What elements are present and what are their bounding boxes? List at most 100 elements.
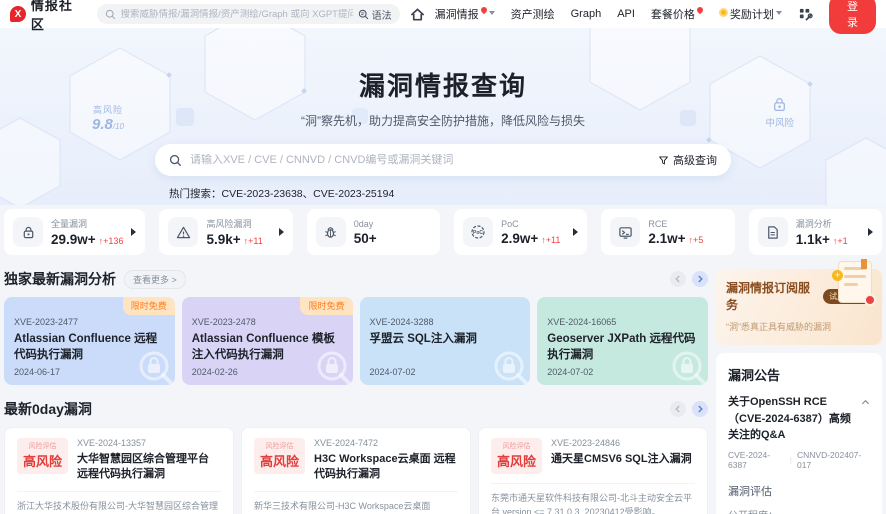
hot-search-link[interactable]: CVE-2023-25194 (313, 188, 394, 200)
lock-icon (13, 217, 43, 247)
filter-funnel-icon (658, 155, 669, 166)
vuln-id: XVE-2023-24846 (551, 438, 692, 448)
stat-card-rce[interactable]: RCE2.1w+↑+5 (601, 209, 734, 255)
free-badge: 限时免费 (123, 297, 175, 315)
subscription-title: 漏洞情报订阅服务 (726, 279, 819, 313)
zeroday-card[interactable]: 风险评估 高风险 XVE-2024-13357 大华智慧园区综合管理平台 远程代… (4, 427, 234, 514)
chevron-up-icon[interactable] (861, 394, 870, 444)
home-icon[interactable] (410, 7, 425, 22)
chevron-right-icon (868, 228, 873, 236)
zeroday-card[interactable]: 风险评估 高风险 XVE-2024-7472 H3C Workspace云桌面 … (241, 427, 471, 514)
analysis-card[interactable]: 限时免费 XVE-2023-2478 Atlassian Confluence … (182, 297, 353, 385)
vuln-title: 通天星CMSV6 SQL注入漏洞 (551, 452, 692, 467)
carousel-prev-button[interactable] (670, 271, 686, 287)
announcement-ids: CVE-2024-6387 | CNNVD-202407-017 (728, 450, 870, 470)
announcement-title: 漏洞公告 (728, 365, 870, 384)
terminal-icon (610, 217, 640, 247)
vuln-date: 2024-07-02 (547, 367, 593, 377)
carousel-next-button[interactable] (692, 401, 708, 417)
risk-badge: 风险评估 高风险 (491, 438, 542, 474)
vuln-id: XVE-2024-16065 (547, 317, 698, 327)
section-title: 最新0day漏洞 (4, 399, 92, 419)
syntax-search-icon (358, 9, 369, 20)
stats-row: 全量漏洞29.9w+↑+136 高风险漏洞5.9k+↑+11 0day50+ P… (0, 205, 886, 255)
hero-section: 高风险 9.8/10 中风险 漏洞情报查询 “洞”察先机，助力提高安全防护措施，… (0, 28, 886, 205)
subscription-panel[interactable]: 漏洞情报订阅服务 试用申请 › “洞”悉真正具有威胁的漏洞 + (716, 269, 882, 345)
nav-pricing[interactable]: 套餐价格 (651, 6, 703, 22)
warning-triangle-icon (168, 217, 198, 247)
search-icon (169, 154, 182, 167)
analysis-card-row: 限时免费 XVE-2023-2477 Atlassian Confluence … (4, 297, 708, 385)
section-title: 独家最新漏洞分析 (4, 269, 116, 289)
vuln-search-bar[interactable]: 高级查询 (155, 144, 731, 176)
vuln-description: 浙江大华技术股份有限公司-大华智慧园区综合管理平台 version <= V3.… (17, 491, 221, 514)
svg-text:PoC: PoC (473, 230, 483, 236)
apps-tools-icon[interactable] (798, 7, 813, 22)
subscription-illustration: + (838, 261, 872, 303)
carousel-next-button[interactable] (692, 271, 708, 287)
analysis-section-header: 独家最新漏洞分析 查看更多 > (4, 269, 708, 289)
header-search-input[interactable] (121, 9, 353, 20)
advanced-search-button[interactable]: 高级查询 (658, 152, 717, 168)
nav-reward-plan[interactable]: 奖励计划 (719, 6, 782, 22)
stat-card-analysis[interactable]: 漏洞分析1.1k+↑+1 (749, 209, 882, 255)
vuln-id: XVE-2023-2478 (192, 317, 343, 327)
vuln-id: XVE-2024-13357 (77, 438, 221, 448)
login-button[interactable]: 登录 (829, 0, 876, 34)
search-icon (105, 9, 116, 20)
nav-asset-mapping[interactable]: 资产测绘 (511, 6, 555, 22)
vuln-description: 东莞市通天星软件科技有限公司-北斗主动安全云平台 version <= 7.31… (491, 483, 695, 514)
chevron-right-icon (131, 228, 136, 236)
carousel-prev-button[interactable] (670, 401, 686, 417)
vuln-date: 2024-02-26 (192, 367, 238, 377)
free-badge: 限时免费 (300, 297, 352, 315)
announcement-item[interactable]: 关于OpenSSH RCE（CVE-2024-6387）高频关注的Q&A (728, 394, 870, 444)
top-header: X 情报社区 语法 漏洞情报 资产测绘 Graph API 套餐价格 (0, 0, 886, 28)
vuln-date: 2024-07-02 (370, 367, 416, 377)
nav-vuln-intel[interactable]: 漏洞情报 (435, 6, 495, 22)
vuln-id: XVE-2023-2477 (14, 317, 165, 327)
document-icon (758, 217, 788, 247)
logo-x-icon: X (10, 6, 26, 22)
nav-api[interactable]: API (617, 8, 635, 20)
stat-card-all-vulns[interactable]: 全量漏洞29.9w+↑+136 (4, 209, 145, 255)
stat-card-poc[interactable]: PoC PoC2.9w+↑+11 (454, 209, 587, 255)
risk-badge: 风险评估 高风险 (17, 438, 68, 474)
zeroday-card[interactable]: 风险评估 高风险 XVE-2023-24846 通天星CMSV6 SQL注入漏洞… (478, 427, 708, 514)
hot-search-row: 热门搜索：CVE-2023-23638、CVE-2023-25194 (155, 186, 731, 201)
hot-flame-icon (479, 6, 487, 14)
stat-card-0day[interactable]: 0day50+ (307, 209, 440, 255)
analysis-card[interactable]: 限时免费 XVE-2023-2477 Atlassian Confluence … (4, 297, 175, 385)
assessment-title: 漏洞评估 (728, 483, 870, 499)
vuln-title: 大华智慧园区综合管理平台 远程代码执行漏洞 (77, 452, 221, 482)
nav-graph[interactable]: Graph (571, 8, 602, 20)
poc-icon: PoC (463, 217, 493, 247)
bug-icon (316, 217, 346, 247)
chevron-down-icon (776, 11, 782, 15)
subscription-subtitle: “洞”悉真正具有威胁的漏洞 (726, 320, 872, 333)
vuln-id: XVE-2024-3288 (370, 317, 521, 327)
announcement-panel: 漏洞公告 关于OpenSSH RCE（CVE-2024-6387）高频关注的Q&… (716, 353, 882, 514)
view-more-button[interactable]: 查看更多 > (124, 270, 186, 289)
hot-flame-icon (696, 6, 704, 14)
stat-card-high-risk[interactable]: 高风险漏洞5.9k+↑+11 (159, 209, 292, 255)
zeroday-card-row: 风险评估 高风险 XVE-2024-13357 大华智慧园区综合管理平台 远程代… (4, 427, 708, 514)
site-logo[interactable]: X 情报社区 (10, 0, 87, 33)
lock-magnifier-watermark-icon (489, 346, 530, 385)
header-search[interactable]: 语法 (97, 4, 400, 24)
syntax-button[interactable]: 语法 (358, 7, 392, 22)
chevron-right-icon (279, 228, 284, 236)
hot-search-link[interactable]: CVE-2023-23638 (222, 188, 303, 200)
vuln-title: H3C Workspace云桌面 远程代码执行漏洞 (314, 452, 458, 482)
vuln-description: 新华三技术有限公司-H3C Workspace云桌面 version <= E1… (254, 491, 458, 514)
vuln-date: 2024-06-17 (14, 367, 60, 377)
chevron-down-icon (489, 11, 495, 15)
lock-magnifier-watermark-icon (667, 346, 708, 385)
analysis-card[interactable]: XVE-2024-16065 Geoserver JXPath 远程代码执行漏洞… (537, 297, 708, 385)
analysis-card[interactable]: XVE-2024-3288 孚盟云 SQL注入漏洞 2024-07-02 (360, 297, 531, 385)
page-title: 漏洞情报查询 (0, 28, 886, 103)
logo-text: 情报社区 (31, 0, 87, 33)
medal-icon (719, 8, 728, 17)
vuln-search-input[interactable] (190, 154, 650, 166)
page-subtitle: “洞”察先机，助力提高安全防护措施，降低风险与损失 (0, 112, 886, 129)
